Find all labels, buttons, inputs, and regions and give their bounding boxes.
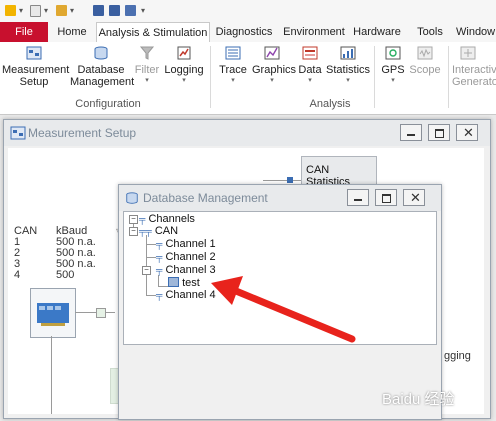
watermark: Baidu 经验 [382,391,455,408]
annotation-arrow [211,276,356,343]
